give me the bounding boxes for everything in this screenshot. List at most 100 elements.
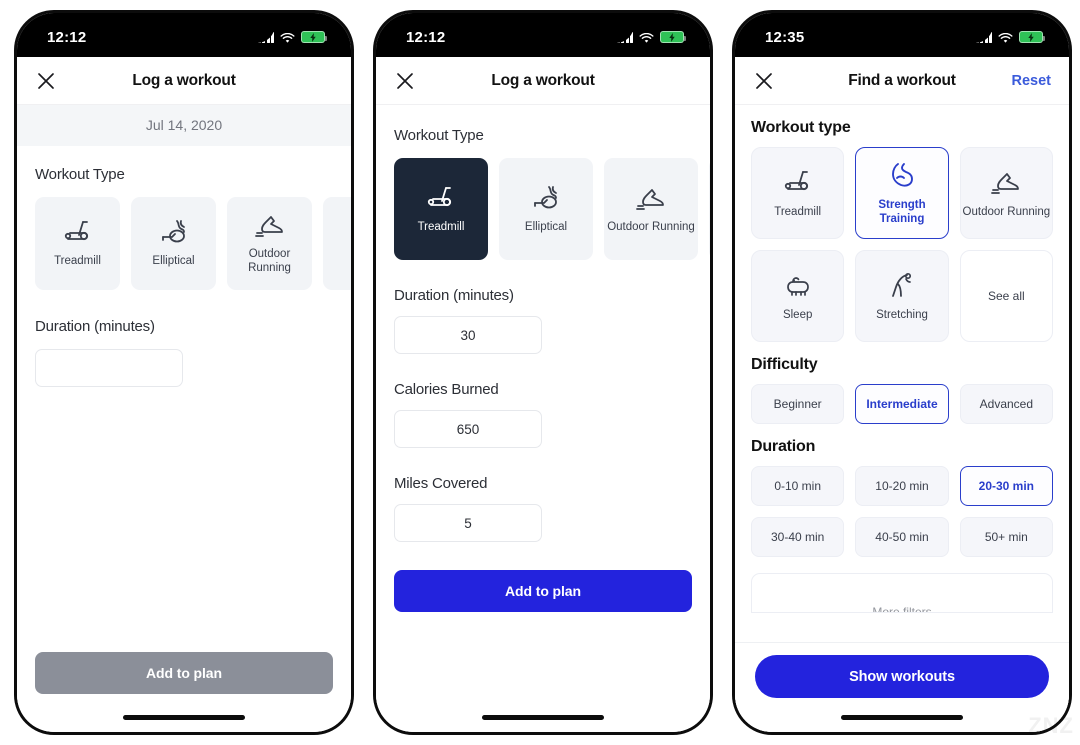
workout-type-scroller[interactable]: Treadmill Elliptical Outdoor Running [394, 158, 710, 260]
card-label: Strength Training [878, 198, 926, 225]
duration-label: Duration (minutes) [35, 318, 155, 335]
duration-option-0-10[interactable]: 0-10 min [751, 466, 845, 506]
wifi-icon [639, 32, 654, 43]
workout-type-card-elliptical[interactable]: Elliptical [499, 158, 593, 260]
difficulty-option-beginner[interactable]: Beginner [751, 384, 845, 424]
treadmill-icon [424, 184, 458, 214]
running-shoe-icon [253, 211, 287, 241]
display-notch [93, 13, 275, 43]
workout-type-card-sleep[interactable]: Sleep [751, 250, 845, 342]
workout-type-card-stretching[interactable]: Stretching [855, 250, 949, 342]
close-icon[interactable] [35, 70, 57, 92]
workout-type-card-outdoor-running[interactable]: Outdoor Running [959, 147, 1053, 239]
navigation-bar: Log a workout [17, 57, 351, 105]
duration-label: Duration [751, 438, 816, 455]
watermark: ZNZ [1028, 713, 1074, 738]
difficulty-option-advanced[interactable]: Advanced [959, 384, 1053, 424]
card-label: Elliptical [152, 255, 195, 268]
navigation-bar: Log a workout [376, 57, 710, 105]
status-time: 12:12 [47, 28, 87, 46]
workout-type-card-outdoor-running[interactable]: Outdoor Running [227, 197, 312, 290]
app-body: Find a workout Reset Workout type Treadm… [735, 57, 1069, 732]
difficulty-options: Beginner Intermediate Advanced [751, 384, 1053, 424]
battery-charging-icon [660, 31, 686, 43]
display-notch [452, 13, 634, 43]
form-content: Workout Type Treadmill Elliptical Outdoo… [17, 146, 351, 732]
navigation-bar: Find a workout Reset [735, 57, 1069, 105]
running-shoe-icon [634, 184, 668, 214]
workout-type-card-treadmill[interactable]: Treadmill [35, 197, 120, 290]
workout-type-card-see-all[interactable]: See all [959, 250, 1053, 342]
miles-input[interactable]: 5 [394, 504, 542, 542]
workout-type-scroller[interactable]: Treadmill Elliptical Outdoor Running [35, 197, 351, 290]
duration-option-20-30[interactable]: 20-30 min [959, 466, 1053, 506]
workout-type-label: Workout type [751, 119, 851, 136]
bicep-icon [885, 160, 919, 192]
difficulty-option-intermediate[interactable]: Intermediate [855, 384, 949, 424]
card-label: Outdoor Running [962, 205, 1051, 218]
workout-type-card-strength-training[interactable]: Strength Training [855, 147, 949, 239]
workout-type-card-treadmill[interactable]: Treadmill [751, 147, 845, 239]
status-time: 12:35 [765, 28, 805, 46]
duration-options-row-2: 30-40 min 40-50 min 50+ min [751, 517, 1053, 557]
duration-option-40-50[interactable]: 40-50 min [855, 517, 949, 557]
duration-option-50-plus[interactable]: 50+ min [959, 517, 1053, 557]
workout-type-card-outdoor-running[interactable]: Outdoor Running [604, 158, 698, 260]
card-label: Treadmill [417, 220, 465, 233]
elliptical-icon [157, 218, 191, 248]
difficulty-label: Difficulty [751, 356, 818, 373]
add-to-plan-button[interactable]: Add to plan [35, 652, 333, 694]
calories-input[interactable]: 650 [394, 410, 542, 448]
date-bar: Jul 14, 2020 [17, 105, 351, 146]
card-label: Outdoor Running [248, 248, 291, 274]
workout-type-card-treadmill[interactable]: Treadmill [394, 158, 488, 260]
show-workouts-button[interactable]: Show workouts [755, 655, 1049, 698]
duration-input[interactable] [35, 349, 183, 387]
miles-label: Miles Covered [394, 475, 488, 492]
phone-mockup-log-workout-filled: 12:12 Log a workout Workout Type Treadmi… [373, 10, 713, 735]
display-notch [811, 13, 993, 43]
treadmill-icon [61, 218, 95, 248]
elliptical-icon [529, 184, 563, 214]
form-content: Workout Type Treadmill Elliptical Outdoo… [376, 105, 710, 732]
battery-charging-icon [301, 31, 327, 43]
close-icon[interactable] [753, 70, 775, 92]
duration-option-30-40[interactable]: 30-40 min [751, 517, 845, 557]
calories-label: Calories Burned [394, 381, 499, 398]
card-label: Elliptical [524, 220, 568, 233]
footer: Add to plan [35, 652, 333, 732]
duration-label: Duration (minutes) [394, 287, 514, 304]
phone-screen: 12:12 Log a workout [376, 13, 710, 732]
phone-mockup-log-workout-empty: 12:12 Log a workout Jul 14, 2020 Workout… [14, 10, 354, 735]
wifi-icon [280, 32, 295, 43]
workout-type-card-indoor[interactable]: Indo [709, 158, 710, 260]
filters-content: Workout type Treadmill Strength Training… [735, 105, 1069, 732]
phone-screen: 12:35 Find a workout Reset Workout type … [735, 13, 1069, 732]
add-to-plan-button[interactable]: Add to plan [394, 570, 692, 612]
app-body: Log a workout Workout Type Treadmill Ell… [376, 57, 710, 732]
indoor-bike-icon [349, 218, 352, 248]
screenshot-stage: 12:12 Log a workout Jul 14, 2020 Workout… [0, 0, 1080, 745]
workout-type-card-elliptical[interactable]: Elliptical [131, 197, 216, 290]
workout-type-label: Workout Type [394, 127, 484, 144]
running-shoe-icon [989, 167, 1023, 199]
workout-type-label: Workout Type [35, 166, 125, 183]
card-label: Stretching [876, 308, 928, 321]
status-time: 12:12 [406, 28, 446, 46]
more-filters-partial-card[interactable]: More filters [751, 573, 1053, 613]
page-title: Log a workout [132, 71, 236, 89]
close-icon[interactable] [394, 70, 416, 92]
workout-type-card-indoor[interactable]: Indo [323, 197, 351, 290]
duration-input[interactable]: 30 [394, 316, 542, 354]
stretching-icon [885, 270, 919, 302]
home-indicator [123, 715, 245, 720]
phone-mockup-find-workout: 12:35 Find a workout Reset Workout type … [732, 10, 1072, 735]
card-label: Outdoor Running [607, 220, 695, 233]
home-indicator [841, 715, 963, 720]
treadmill-icon [781, 167, 815, 199]
duration-option-10-20[interactable]: 10-20 min [855, 466, 949, 506]
reset-button[interactable]: Reset [1012, 73, 1052, 89]
home-indicator [482, 715, 604, 720]
card-label: Sleep [782, 308, 813, 321]
duration-options-row-1: 0-10 min 10-20 min 20-30 min [751, 466, 1053, 506]
